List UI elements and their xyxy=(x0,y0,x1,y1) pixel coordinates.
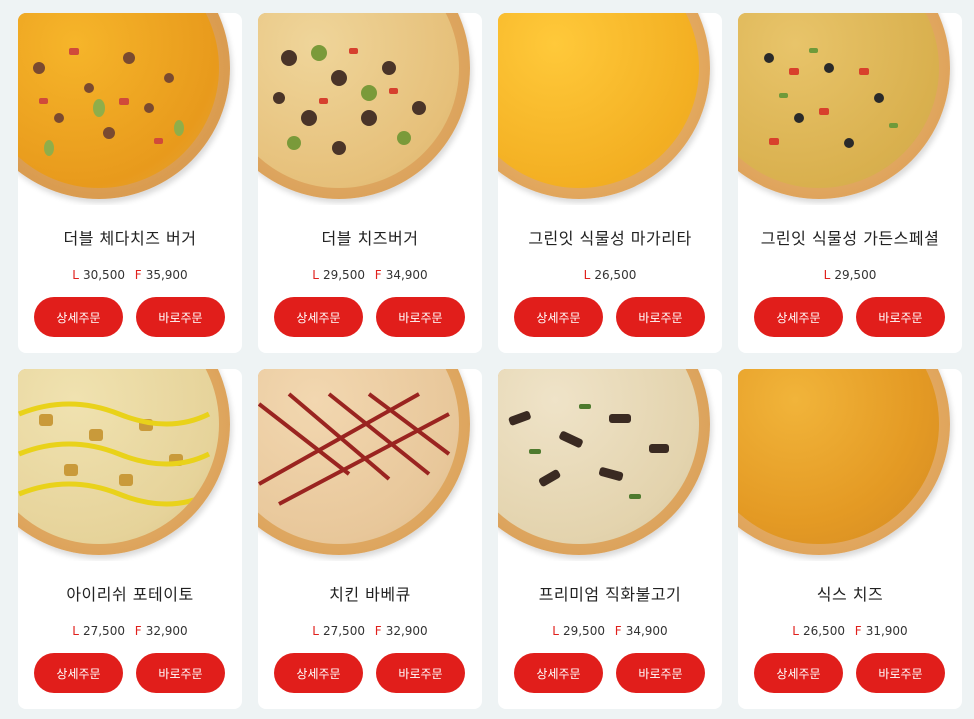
product-grid: 더블 체다치즈 버거 L 30,500 F 35,900 상세주문 바로주문 더블 … xyxy=(18,13,962,709)
product-price: L 27,500 F 32,900 xyxy=(312,624,428,638)
detail-order-button[interactable]: 상세주문 xyxy=(514,297,603,337)
quick-order-button[interactable]: 바로주문 xyxy=(616,297,705,337)
quick-order-button[interactable]: 바로주문 xyxy=(376,297,465,337)
pizza-image[interactable] xyxy=(738,369,962,561)
pizza-image[interactable] xyxy=(258,13,482,205)
product-name: 식스 치즈 xyxy=(816,585,884,604)
product-price: L 30,500 F 35,900 xyxy=(72,268,188,282)
product-price: L 26,500 xyxy=(583,268,637,282)
product-card: 프리미엄 직화불고기 L 29,500 F 34,900 상세주문 바로주문 xyxy=(498,369,722,709)
quick-order-button[interactable]: 바로주문 xyxy=(136,653,225,693)
detail-order-button[interactable]: 상세주문 xyxy=(34,653,123,693)
pizza-image[interactable] xyxy=(258,369,482,561)
quick-order-button[interactable]: 바로주문 xyxy=(616,653,705,693)
detail-order-button[interactable]: 상세주문 xyxy=(754,297,843,337)
product-name: 치킨 바베큐 xyxy=(329,585,411,604)
product-name: 프리미엄 직화불고기 xyxy=(538,585,682,604)
product-card: 식스 치즈 L 26,500 F 31,900 상세주문 바로주문 xyxy=(738,369,962,709)
product-price: L 26,500 F 31,900 xyxy=(792,624,908,638)
product-name: 그린잇 식물성 가든스페셜 xyxy=(760,229,940,248)
product-card: 치킨 바베큐 L 27,500 F 32,900 상세주문 바로주문 xyxy=(258,369,482,709)
product-price: L 29,500 F 34,900 xyxy=(312,268,428,282)
pizza-image[interactable] xyxy=(18,369,242,561)
pizza-image[interactable] xyxy=(738,13,962,205)
product-card: 아이리쉬 포테이토 L 27,500 F 32,900 상세주문 바로주문 xyxy=(18,369,242,709)
pizza-image[interactable] xyxy=(498,369,722,561)
product-price: L 27,500 F 32,900 xyxy=(72,624,188,638)
quick-order-button[interactable]: 바로주문 xyxy=(376,653,465,693)
product-card: 그린잇 식물성 가든스페셜 L 29,500 상세주문 바로주문 xyxy=(738,13,962,353)
quick-order-button[interactable]: 바로주문 xyxy=(136,297,225,337)
pizza-image[interactable] xyxy=(18,13,242,205)
detail-order-button[interactable]: 상세주문 xyxy=(274,297,363,337)
product-card: 그린잇 식물성 마가리타 L 26,500 상세주문 바로주문 xyxy=(498,13,722,353)
product-price: L 29,500 xyxy=(823,268,877,282)
detail-order-button[interactable]: 상세주문 xyxy=(34,297,123,337)
detail-order-button[interactable]: 상세주문 xyxy=(514,653,603,693)
detail-order-button[interactable]: 상세주문 xyxy=(274,653,363,693)
product-card: 더블 치즈버거 L 29,500 F 34,900 상세주문 바로주문 xyxy=(258,13,482,353)
detail-order-button[interactable]: 상세주문 xyxy=(754,653,843,693)
product-name: 그린잇 식물성 마가리타 xyxy=(528,229,692,248)
product-card: 더블 체다치즈 버거 L 30,500 F 35,900 상세주문 바로주문 xyxy=(18,13,242,353)
quick-order-button[interactable]: 바로주문 xyxy=(856,653,945,693)
product-name: 아이리쉬 포테이토 xyxy=(66,585,194,604)
product-name: 더블 치즈버거 xyxy=(321,229,419,248)
pizza-image[interactable] xyxy=(498,13,722,205)
product-name: 더블 체다치즈 버거 xyxy=(63,229,197,248)
product-price: L 29,500 F 34,900 xyxy=(552,624,668,638)
quick-order-button[interactable]: 바로주문 xyxy=(856,297,945,337)
